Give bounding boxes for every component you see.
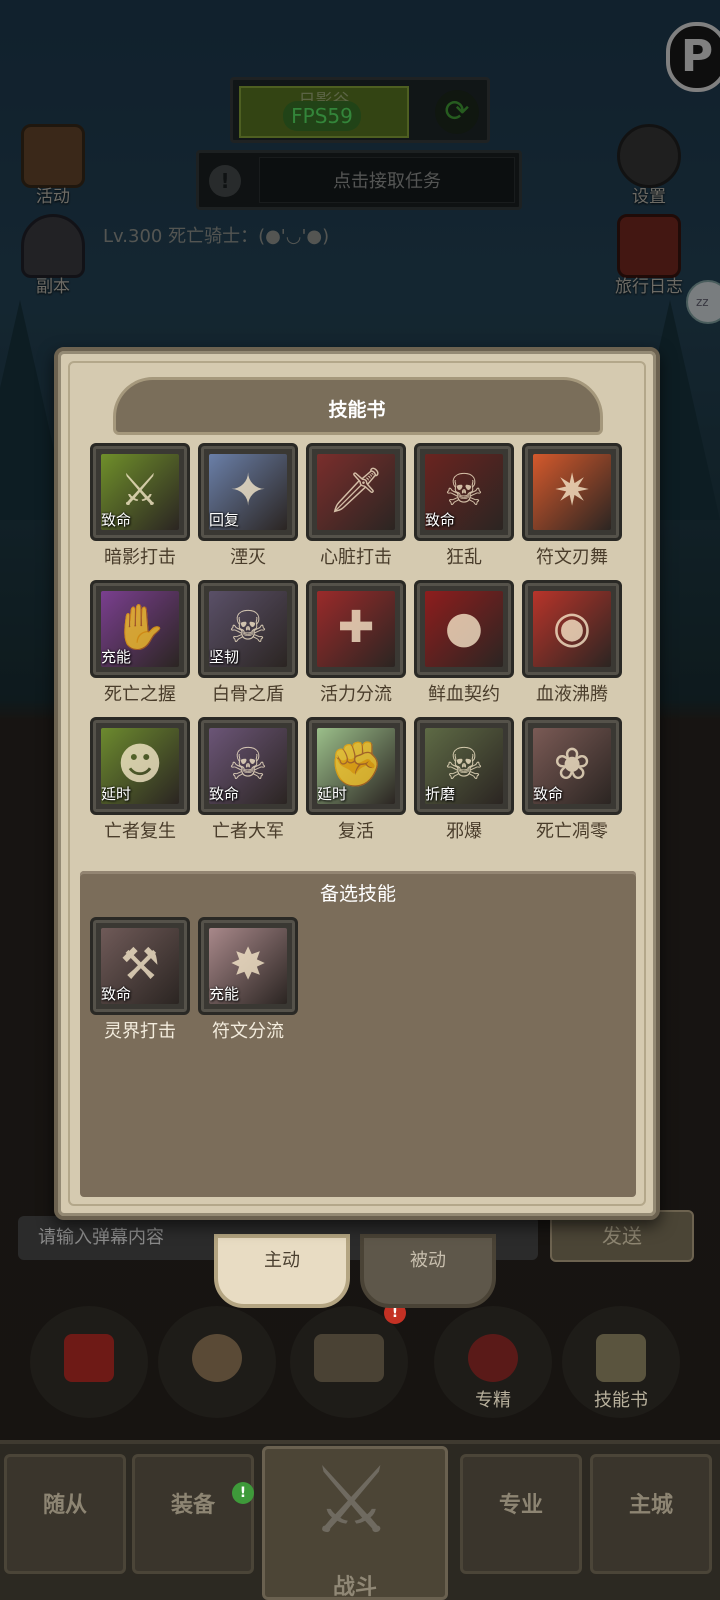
skill-slot[interactable]: ☠ 坚韧白骨之盾 [198, 580, 298, 706]
skill-icon: ✦ 回复 [198, 443, 298, 541]
skill-icon: ☠ 折磨 [414, 717, 514, 815]
skill-name: 心脏打击 [320, 547, 392, 568]
skill-slot[interactable]: ❀ 致命死亡凋零 [522, 717, 622, 843]
skill-slot[interactable]: ☠ 致命亡者大军 [198, 717, 298, 843]
food-slot[interactable] [158, 1306, 276, 1418]
skill-glyph-icon: ● [444, 602, 484, 653]
skill-name: 血液沸腾 [536, 684, 608, 705]
skill-slot[interactable]: ⚒ 致命灵界打击 [90, 917, 190, 1043]
skill-name: 亡者复生 [104, 821, 176, 842]
skill-icon: ✋ 充能 [90, 580, 190, 678]
skill-tag: 充能 [101, 648, 132, 666]
skill-book-label: 技能书 [594, 1390, 648, 1411]
tab-passive[interactable]: 被动 [360, 1234, 496, 1308]
skill-tag: 充能 [209, 985, 240, 1003]
skill-icon: ☠ 致命 [198, 717, 298, 815]
skill-tag: 折磨 [425, 785, 456, 803]
target-icon [468, 1334, 518, 1382]
skill-icon: ☠ 致命 [414, 443, 514, 541]
skill-tag: 致命 [533, 785, 564, 803]
skill-tag: 延时 [317, 785, 348, 803]
skill-slot[interactable]: ● 鲜血契约 [414, 580, 514, 706]
potion-icon [64, 1334, 114, 1382]
skill-slot[interactable]: ☠ 致命狂乱 [414, 443, 514, 569]
skill-icon: ❀ 致命 [522, 717, 622, 815]
book-icon [596, 1334, 646, 1382]
bread-icon [192, 1334, 242, 1382]
skill-slot[interactable]: ◉ 血液沸腾 [522, 580, 622, 706]
skill-name: 灵界打击 [104, 1021, 176, 1042]
skill-slot[interactable]: ☠ 折磨邪爆 [414, 717, 514, 843]
skill-name: 狂乱 [446, 547, 482, 568]
skill-icon: ✊ 延时 [306, 717, 406, 815]
nav-profession[interactable]: 专业 [460, 1454, 582, 1574]
skill-icon: ● [414, 580, 514, 678]
skill-name: 死亡凋零 [536, 821, 608, 842]
skill-name: 湮灭 [230, 547, 266, 568]
equipment-alert-badge: ! [232, 1482, 254, 1504]
skill-name: 符文分流 [212, 1021, 284, 1042]
nav-battle[interactable]: ⚔ 战斗 [262, 1446, 448, 1600]
skill-name: 死亡之握 [104, 684, 176, 705]
skill-glyph-icon: 🗡 [328, 465, 384, 516]
panel-title: 技能书 [328, 399, 386, 421]
skill-icon: ⚒ 致命 [90, 917, 190, 1015]
skill-slot[interactable]: ✸ 充能符文分流 [198, 917, 298, 1043]
skill-glyph-icon: ◉ [552, 602, 592, 653]
skill-slot[interactable]: ✚ 活力分流 [306, 580, 406, 706]
skill-icon: ✷ [522, 443, 622, 541]
potion-slot[interactable] [30, 1306, 148, 1418]
skill-tag: 致命 [101, 511, 132, 529]
skill-icon: 🗡 [306, 443, 406, 541]
skill-name: 暗影打击 [104, 547, 176, 568]
skill-glyph-icon: ✷ [553, 465, 591, 516]
skill-slot[interactable]: ✋ 充能死亡之握 [90, 580, 190, 706]
skill-name: 符文刃舞 [536, 547, 608, 568]
skill-tag: 致命 [101, 985, 132, 1003]
skill-tag: 回复 [209, 511, 240, 529]
skill-slot[interactable]: ⚔ 致命暗影打击 [90, 443, 190, 569]
skill-tag: 坚韧 [209, 648, 240, 666]
skill-icon: ✸ 充能 [198, 917, 298, 1015]
alternate-skills-title: 备选技能 [319, 883, 396, 905]
skill-icon: ◉ [522, 580, 622, 678]
tab-active[interactable]: 主动 [214, 1234, 350, 1308]
skill-name: 亡者大军 [212, 821, 284, 842]
skill-icon: ☠ 坚韧 [198, 580, 298, 678]
chest-icon [314, 1334, 384, 1382]
skill-icon: ☻ 延时 [90, 717, 190, 815]
skill-name: 活力分流 [320, 684, 392, 705]
skill-book-panel: 技能书 ⚔ 致命 暗影打击 ✦ 回复 湮灭 🗡 心脏打击 ☠ 致命 狂乱 ✷ 符文刃舞 ✋ 充能 死亡之握 ☠ 坚… [54, 347, 660, 1220]
skill-icon: ⚔ 致命 [90, 443, 190, 541]
crossed-swords-icon: ⚔ [310, 1447, 393, 1554]
specialize-button[interactable]: 专精 [434, 1306, 552, 1418]
skill-slot[interactable]: ✊ 延时复活 [306, 717, 406, 843]
skill-icon: ✚ [306, 580, 406, 678]
skill-glyph-icon: ✚ [337, 602, 375, 653]
skill-slot[interactable]: ☻ 延时亡者复生 [90, 717, 190, 843]
skill-slot[interactable]: 🗡 心脏打击 [306, 443, 406, 569]
skill-tag: 致命 [425, 511, 456, 529]
alternate-skills-area: 备选技能 ⚒ 致命 灵界打击 ✸ 充能 符文分流 [80, 871, 636, 1197]
specialize-label: 专精 [475, 1390, 511, 1411]
nav-battle-label: 战斗 [332, 1575, 377, 1600]
skill-name: 白骨之盾 [212, 684, 284, 705]
nav-equipment[interactable]: 装备 [132, 1454, 254, 1574]
skill-name: 鲜血契约 [428, 684, 500, 705]
skill-tag: 致命 [209, 785, 240, 803]
skill-slot[interactable]: ✦ 回复湮灭 [198, 443, 298, 569]
skill-name: 复活 [338, 821, 374, 842]
skill-name: 邪爆 [446, 821, 482, 842]
skill-slot[interactable]: ✷ 符文刃舞 [522, 443, 622, 569]
skill-book-button[interactable]: 技能书 [562, 1306, 680, 1418]
nav-followers[interactable]: 随从 [4, 1454, 126, 1574]
skill-tag: 延时 [101, 785, 132, 803]
nav-main-city[interactable]: 主城 [590, 1454, 712, 1574]
